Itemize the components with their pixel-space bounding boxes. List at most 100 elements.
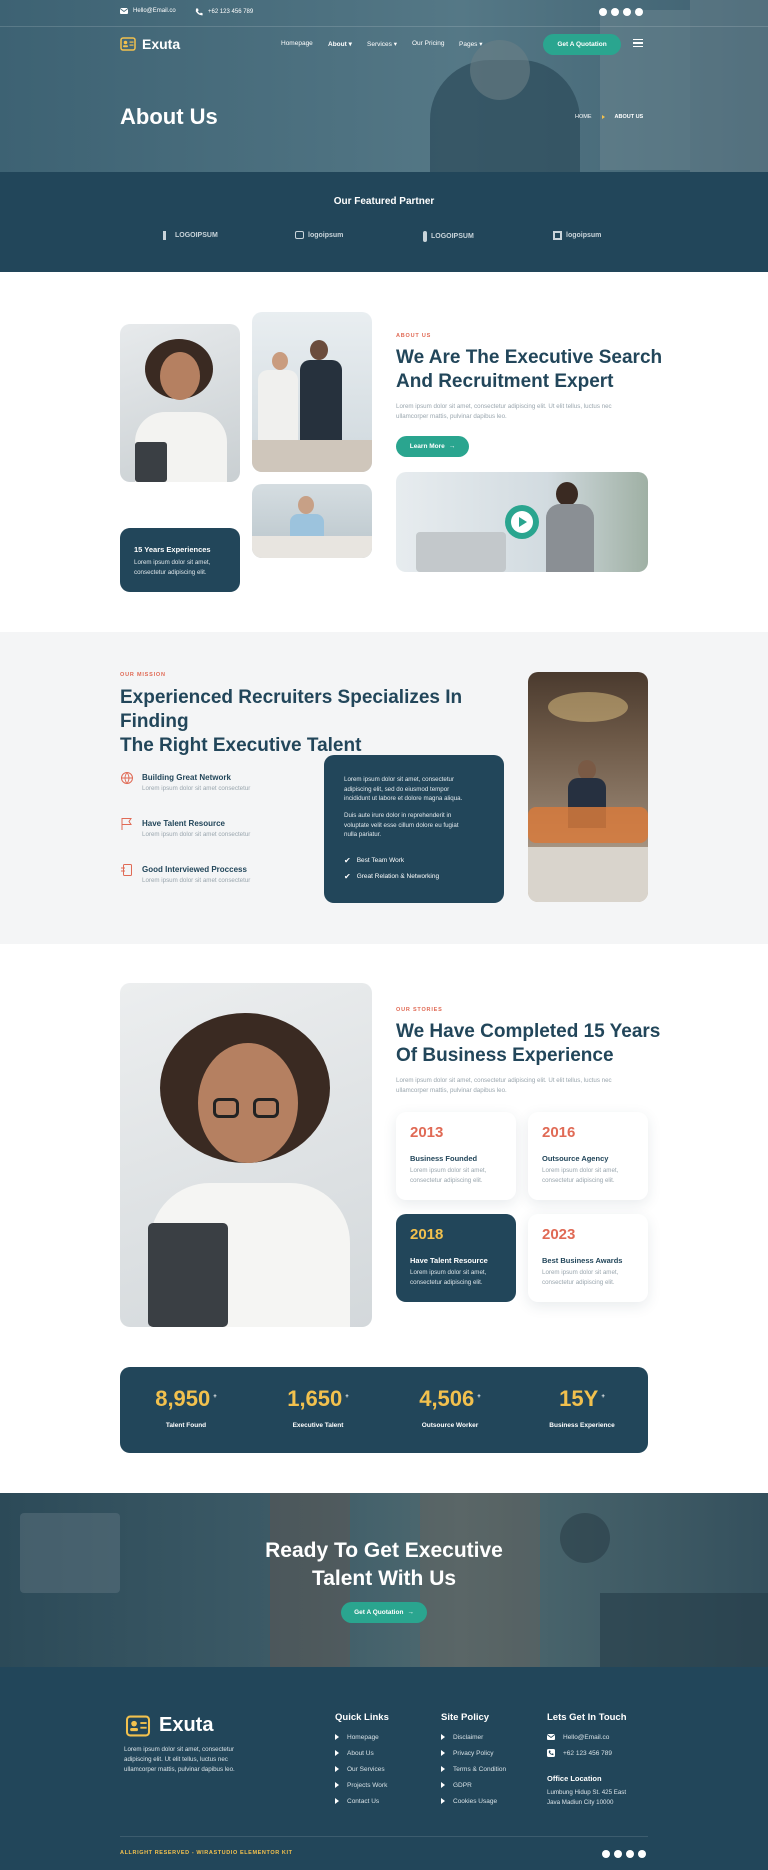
main-nav: Homepage About ▾ Services ▾ Our Pricing … (281, 40, 489, 48)
caret-right-icon (441, 1750, 445, 1756)
nav-item-about[interactable]: About ▾ (328, 40, 367, 48)
footer-link[interactable]: Our Services (335, 1761, 387, 1777)
nav-item-homepage[interactable]: Homepage (281, 40, 328, 48)
footer-link[interactable]: Projects Work (335, 1777, 387, 1793)
quick-links-heading: Quick Links (335, 1712, 389, 1723)
partner-logo-4: logoipsum (553, 231, 601, 240)
breadcrumb: HOME ABOUT US (575, 114, 643, 120)
menu-icon[interactable] (633, 39, 643, 47)
phone-icon (547, 1749, 555, 1757)
footer-brand-logo[interactable]: Exuta (125, 1714, 213, 1737)
caret-right-icon (441, 1734, 445, 1740)
stats-bar: 8,950 + Talent Found 1,650 + Executive Tal… (120, 1367, 648, 1453)
footer-about-text: Lorem ipsum dolor sit amet, consectetur … (124, 1746, 235, 1773)
caret-right-icon (335, 1798, 339, 1804)
check-item: ✔ Best Team Work (344, 856, 405, 865)
page-hero: Hello@Email.co +62 123 456 789 Exuta Hom… (0, 0, 768, 172)
stories-kicker: OUR STORIES (396, 1007, 443, 1013)
stat-item: 1,650 + Executive Talent (287, 1386, 349, 1429)
network-icon (121, 772, 133, 785)
footer-link[interactable]: Terms & Condition (441, 1761, 506, 1777)
about-kicker: ABOUT US (396, 333, 432, 339)
mail-icon (547, 1734, 555, 1740)
breadcrumb-arrow-icon (601, 115, 605, 119)
footer-link[interactable]: Cookies Usage (441, 1793, 506, 1809)
partner-title: Our Featured Partner (333, 196, 435, 207)
check-icon: ✔ (344, 872, 351, 881)
caret-right-icon (335, 1782, 339, 1788)
handshake-office-image (252, 312, 372, 472)
breadcrumb-current: ABOUT US (614, 114, 644, 120)
footer-link[interactable]: Contact Us (335, 1793, 387, 1809)
stories-description: Lorem ipsum dolor sit amet, consectetur … (396, 1077, 612, 1094)
topbar-phone[interactable]: +62 123 456 789 (195, 8, 253, 16)
youtube-icon[interactable] (623, 8, 631, 16)
caret-right-icon (441, 1766, 445, 1772)
id-card-icon (125, 1715, 151, 1736)
dribbble-icon[interactable] (638, 1850, 646, 1858)
woman-portrait-image (120, 324, 240, 482)
flag-icon (121, 818, 132, 830)
partner-logo-3: LOGOIPSUM (423, 231, 474, 242)
footer-link[interactable]: About Us (335, 1745, 387, 1761)
arrow-right-icon: → (407, 1609, 414, 1616)
lounge-office-image (528, 672, 648, 902)
milestone-card: 2013 Business Founded Lorem ipsum dolor … (396, 1112, 516, 1200)
site-policy-heading: Site Policy (441, 1712, 490, 1723)
stat-item: 8,950 + Talent Found (155, 1386, 217, 1429)
nav-item-services[interactable]: Services ▾ (367, 40, 412, 48)
footer-divider (120, 1836, 648, 1837)
footer-social-links (602, 1850, 646, 1858)
learn-more-button[interactable]: Learn More → (396, 436, 469, 457)
cta-quotation-button[interactable]: Get A Quotation → (341, 1602, 427, 1623)
milestone-card-highlighted: 2018 Have Talent Resource Lorem ipsum do… (396, 1214, 516, 1302)
logo-mark-icon (163, 231, 171, 240)
topbar-email[interactable]: Hello@Email.co (120, 8, 176, 14)
office-location-heading: Office Location (547, 1774, 602, 1783)
dribbble-icon[interactable] (635, 8, 643, 16)
logo-mark-icon (295, 231, 304, 239)
breadcrumb-home[interactable]: HOME (575, 114, 592, 120)
footer-link[interactable]: Privacy Policy (441, 1745, 506, 1761)
site-policy-list: Disclaimer Privacy Policy Terms & Condit… (441, 1729, 506, 1809)
twitter-icon[interactable] (614, 1850, 622, 1858)
logo-mark-icon (553, 231, 562, 240)
caret-right-icon (335, 1750, 339, 1756)
mail-icon (120, 8, 128, 14)
brand-logo[interactable]: Exuta (120, 36, 180, 52)
youtube-icon[interactable] (626, 1850, 634, 1858)
stat-item: 4,506 + Outsource Worker (419, 1386, 481, 1429)
nav-item-pricing[interactable]: Our Pricing (412, 40, 459, 48)
experience-badge: 15 Years Experiences Lorem ipsum dolor s… (120, 528, 240, 592)
facebook-icon[interactable] (602, 1850, 610, 1858)
milestone-card: 2023 Best Business Awards Lorem ipsum do… (528, 1214, 648, 1302)
id-card-icon (120, 37, 136, 51)
facebook-icon[interactable] (599, 8, 607, 16)
caret-right-icon (335, 1734, 339, 1740)
partner-logo-1: LOGOIPSUM (163, 231, 218, 240)
nav-item-pages[interactable]: Pages ▾ (459, 40, 489, 48)
contact-heading: Lets Get In Touch (547, 1712, 627, 1723)
caret-right-icon (441, 1782, 445, 1788)
milestone-card: 2016 Outsource Agency Lorem ipsum dolor … (528, 1112, 648, 1200)
stories-heading: We Have Completed 15 Years Of Business E… (396, 1021, 661, 1066)
document-icon (121, 864, 132, 876)
get-quotation-button[interactable]: Get A Quotation (543, 34, 621, 55)
footer-phone[interactable]: +62 123 456 789 (547, 1745, 612, 1761)
caret-right-icon (441, 1798, 445, 1804)
logo-mark-icon (423, 231, 427, 242)
footer-link[interactable]: GDPR (441, 1777, 506, 1793)
about-heading: We Are The Executive Search And Recruitm… (396, 347, 663, 392)
caret-right-icon (335, 1766, 339, 1772)
woman-large-portrait-image (120, 983, 372, 1327)
footer-email[interactable]: Hello@Email.co (547, 1729, 609, 1745)
play-video-button[interactable] (505, 505, 539, 539)
twitter-icon[interactable] (611, 8, 619, 16)
phone-icon (195, 8, 203, 16)
footer-link[interactable]: Homepage (335, 1729, 387, 1745)
office-address: Lumbung Hidup St. 425 East Java Madiun C… (547, 1789, 627, 1806)
page-title: About Us (120, 104, 218, 129)
about-description: Lorem ipsum dolor sit amet, consectetur … (396, 403, 612, 420)
footer-link[interactable]: Disclaimer (441, 1729, 506, 1745)
partner-logo-2: logoipsum (295, 231, 343, 239)
